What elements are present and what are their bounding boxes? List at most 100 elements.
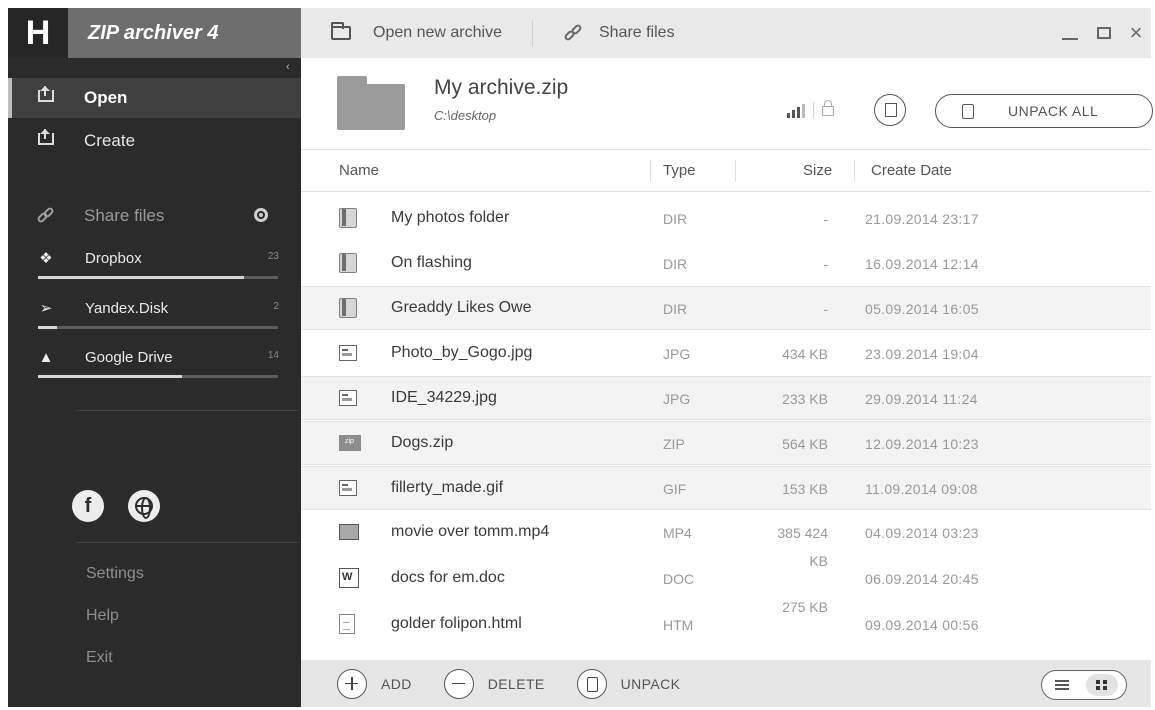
share-files-button[interactable]: Share files (563, 8, 675, 58)
file-date: 06.09.2014 20:45 (865, 571, 979, 587)
sidebar: H ZIP archiver 4 ‹ Open Create Share fil… (8, 8, 301, 707)
cloud-count: 2 (273, 301, 279, 312)
cloud-usage-fill (38, 375, 182, 378)
image-file-icon (339, 390, 357, 406)
plus-icon (337, 668, 367, 699)
document-icon (962, 103, 974, 119)
cloud-name: Yandex.Disk (85, 300, 169, 317)
archive-info-button[interactable] (874, 94, 906, 126)
file-name: docs for em.doc (391, 569, 505, 586)
add-button[interactable]: ADD (337, 660, 412, 707)
word-document-icon (339, 568, 359, 588)
facebook-icon[interactable]: f (72, 490, 104, 522)
table-row[interactable]: fillerty_made.gif GIF 153 KB 11.09.2014 … (301, 466, 1151, 510)
grid-view-icon[interactable] (1086, 674, 1118, 696)
nav-create[interactable]: Create (8, 121, 301, 161)
google-drive-icon: ▲ (38, 349, 54, 366)
unpack-all-button[interactable]: UNPACK ALL (935, 94, 1153, 128)
column-divider (854, 160, 855, 182)
header-divider (813, 102, 814, 118)
open-new-archive-button[interactable]: Open new archive (301, 8, 502, 58)
delete-button[interactable]: DELETE (443, 660, 545, 707)
maximize-button[interactable] (1087, 8, 1121, 58)
nav-open[interactable]: Open (8, 78, 301, 118)
video-file-icon (339, 524, 359, 540)
open-new-archive-label: Open new archive (373, 24, 502, 41)
file-type: HTM (663, 617, 694, 633)
add-label: ADD (381, 675, 412, 692)
file-name: My photos folder (391, 209, 510, 226)
table-row[interactable]: IDE_34229.jpg JPG 233 KB 29.09.2014 11:2… (301, 376, 1151, 420)
file-date: 29.09.2014 11:24 (865, 391, 978, 407)
file-size: - (823, 211, 828, 227)
exit-link[interactable]: Exit (86, 649, 113, 667)
file-date: 23.09.2014 19:04 (865, 346, 979, 362)
archive-header: My archive.zip C:\desktop UNPACK ALL (301, 58, 1153, 150)
dropbox-icon: ❖ (39, 250, 53, 267)
unpack-button[interactable]: UNPACK (576, 660, 681, 707)
zip-file-icon (339, 435, 361, 451)
cloud-name: Google Drive (85, 349, 173, 366)
file-name: Photo_by_Gogo.jpg (391, 344, 533, 361)
table-row[interactable]: On flashing DIR - 16.09.2014 12:14 (301, 242, 1151, 286)
file-type: JPG (663, 391, 691, 407)
file-name: Dogs.zip (391, 434, 454, 451)
table-row[interactable]: My photos folder DIR - 21.09.2014 23:17 (301, 197, 1151, 241)
app-window: H ZIP archiver 4 ‹ Open Create Share fil… (8, 8, 1153, 707)
file-size: 434 KB (782, 346, 828, 362)
globe-icon[interactable] (128, 490, 160, 522)
minus-icon (443, 668, 474, 699)
column-divider (735, 160, 736, 182)
file-date: 16.09.2014 12:14 (865, 256, 979, 272)
minimize-button[interactable] (1053, 8, 1087, 58)
file-size: 275 KB (782, 599, 828, 615)
table-row[interactable]: Photo_by_Gogo.jpg JPG 434 KB 23.09.2014 … (301, 332, 1151, 376)
column-create-date[interactable]: Create Date (871, 162, 952, 179)
cloud-usage-fill (38, 276, 245, 279)
file-name: golder folipon.html (391, 615, 522, 632)
table-row[interactable]: docs for em.doc DOC KB 06.09.2014 20:45 (301, 553, 1151, 601)
table-row[interactable]: Greaddy Likes Owe DIR - 05.09.2014 16:05 (301, 286, 1151, 330)
share-files-label: Share files (84, 206, 165, 225)
unpack-all-label: UNPACK ALL (1008, 103, 1099, 119)
file-name: fillerty_made.gif (391, 479, 504, 496)
lock-icon[interactable] (822, 100, 834, 116)
file-date: 21.09.2014 23:17 (865, 211, 979, 227)
share-settings-icon[interactable] (254, 208, 268, 222)
help-link[interactable]: Help (86, 607, 119, 625)
table-row[interactable]: movie over tomm.mp4 MP4 385 424 04.09.20… (301, 511, 1151, 555)
cloud-google-drive[interactable]: ▲ Google Drive 14 (8, 347, 301, 397)
file-size: KB (809, 553, 828, 569)
file-size: 385 424 (777, 525, 828, 541)
cloud-usage-bar (38, 375, 278, 378)
file-date: 09.09.2014 00:56 (865, 617, 979, 633)
brand-bar: H ZIP archiver 4 (8, 8, 301, 58)
cloud-dropbox[interactable]: ❖ Dropbox 23 (8, 248, 301, 298)
file-name: On flashing (391, 254, 472, 271)
folder-icon (331, 22, 351, 40)
collapse-sidebar-icon[interactable]: ‹ (286, 61, 290, 73)
archive-path: C:\desktop (434, 108, 497, 123)
cloud-usage-fill (38, 326, 58, 329)
bottom-toolbar: ADD DELETE UNPACK (301, 660, 1151, 707)
file-size: - (823, 301, 828, 317)
yandex-disk-icon: ➢ (39, 300, 53, 317)
close-icon[interactable]: × (1119, 8, 1153, 58)
table-row[interactable]: Dogs.zip ZIP 564 KB 12.09.2014 10:23 (301, 421, 1151, 465)
nav-create-label: Create (84, 131, 136, 150)
settings-link[interactable]: Settings (86, 565, 144, 583)
table-row[interactable]: golder folipon.html HTM 275 KB 09.09.201… (301, 599, 1151, 647)
folder-icon (339, 208, 357, 228)
link-icon (36, 206, 56, 226)
archive-name: My archive.zip (434, 76, 569, 99)
column-size[interactable]: Size (803, 162, 832, 179)
file-list: My photos folder DIR - 21.09.2014 23:17 … (301, 193, 1151, 653)
cloud-yandex-disk[interactable]: ➢ Yandex.Disk 2 (8, 298, 301, 348)
column-type[interactable]: Type (663, 162, 696, 179)
file-size: - (823, 256, 828, 272)
delete-label: DELETE (487, 675, 545, 692)
toolbar-divider (531, 20, 533, 46)
column-name[interactable]: Name (339, 162, 379, 179)
file-name: Greaddy Likes Owe (391, 299, 532, 316)
list-view-icon[interactable] (1046, 675, 1080, 695)
